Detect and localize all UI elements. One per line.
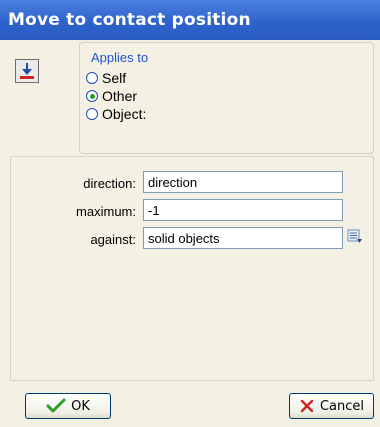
menu-icon[interactable] [347,228,363,244]
maximum-label: maximum: [76,204,136,219]
against-field[interactable] [143,227,343,249]
dialog-window: Move to contact position Applies to Self… [0,0,380,427]
ok-button-label: OK [71,398,90,414]
cancel-button[interactable]: Cancel [289,393,374,419]
close-icon [299,398,315,414]
radio-object-button[interactable] [86,108,98,120]
checkmark-icon [46,398,66,414]
radio-self-label: Self [102,70,127,86]
radio-self[interactable]: Self [86,69,126,87]
against-label: against: [90,232,136,247]
direction-label: direction: [83,176,136,191]
radio-object[interactable]: Object: [86,105,146,123]
radio-other[interactable]: Other [86,87,137,105]
ok-button[interactable]: OK [25,393,111,419]
radio-self-button[interactable] [86,72,98,84]
applies-to-label: Applies to [91,50,149,65]
radio-other-label: Other [102,88,138,104]
window-title: Move to contact position [8,10,251,30]
radio-other-button[interactable] [86,90,98,102]
cancel-button-label: Cancel [319,398,365,414]
radio-object-label: Object: [102,106,147,122]
maximum-field[interactable] [143,199,343,221]
title-bar[interactable]: Move to contact position [0,0,380,40]
move-to-contact-icon [15,59,39,83]
direction-field[interactable] [143,171,343,193]
